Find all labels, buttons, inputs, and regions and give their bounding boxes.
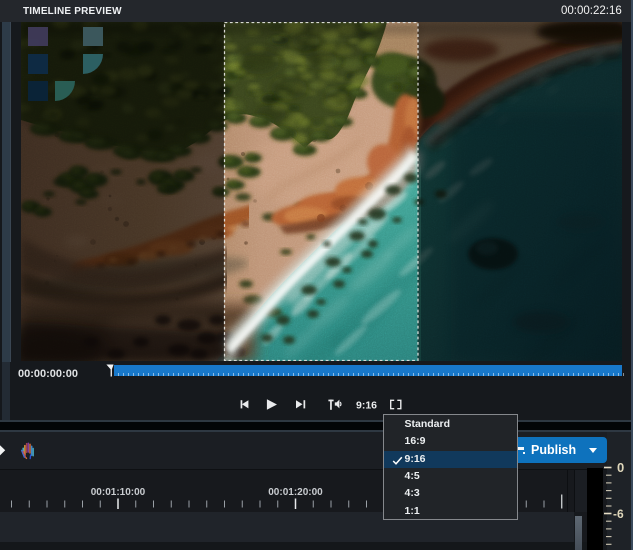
svg-text:00:01:20:00: 00:01:20:00 xyxy=(268,487,323,498)
svg-text:00:01:10:00: 00:01:10:00 xyxy=(91,487,146,498)
svg-text:0: 0 xyxy=(617,460,624,475)
svg-text:-6: -6 xyxy=(613,507,624,521)
svg-text:9:16: 9:16 xyxy=(356,400,377,412)
